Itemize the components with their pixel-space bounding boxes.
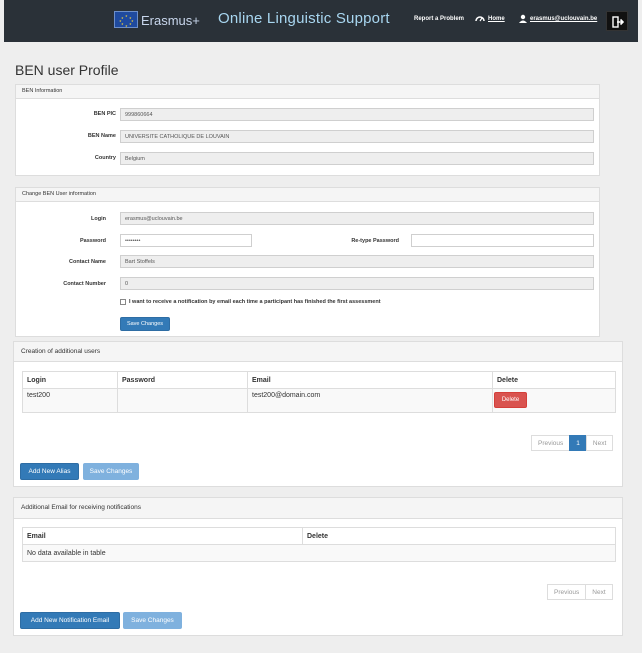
row-delete-cell: Delete — [492, 388, 616, 413]
top-navbar: ★ ★ ★ ★ ★ ★ ★ ★ Erasmus+ Online Linguistic Su… — [4, 0, 638, 42]
retype-password-input[interactable] — [411, 234, 594, 247]
user-email-link[interactable]: erasmus@uclouvain.be — [530, 16, 597, 22]
users-pagination: Previous 1 Next — [531, 435, 614, 451]
eu-flag-icon: ★ ★ ★ ★ ★ ★ ★ ★ — [114, 11, 138, 28]
country-field: Belgium — [120, 152, 594, 165]
page-1-button[interactable]: 1 — [569, 435, 587, 451]
column-header-login[interactable]: Login — [22, 371, 118, 389]
change-user-info-panel: Change BEN User information Login erasmu… — [15, 187, 600, 337]
login-label: Login — [91, 216, 106, 222]
panel-heading: Additional Email for receiving notificat… — [14, 498, 622, 519]
panel-heading: Creation of additional users — [14, 342, 622, 362]
next-page-button[interactable]: Next — [585, 584, 613, 600]
previous-page-button[interactable]: Previous — [547, 584, 587, 600]
notify-checkbox[interactable] — [120, 299, 126, 305]
additional-email-panel: Additional Email for receiving notificat… — [13, 497, 623, 636]
row-email: test200@domain.com — [247, 388, 493, 413]
table-row: test200 test200@domain.com Delete — [22, 388, 616, 413]
country-label: Country — [94, 155, 116, 161]
panel-heading: BEN Information — [16, 85, 599, 99]
ben-pic-field: 999860664 — [120, 108, 594, 121]
previous-page-button[interactable]: Previous — [531, 435, 571, 451]
row-login: test200 — [22, 388, 118, 413]
contact-number-label: Contact Number — [63, 281, 106, 287]
ben-name-field: UNIVERSITE CATHOLIQUE DE LOUVAIN — [120, 130, 594, 143]
emails-pagination: Previous Next — [547, 584, 613, 600]
notify-checkbox-label: I want to receive a notification by emai… — [129, 299, 381, 305]
column-header-password[interactable]: Password — [117, 371, 248, 389]
emails-table: Email Delete No data available in table — [22, 527, 616, 562]
logout-icon — [612, 16, 624, 28]
row-password — [117, 388, 248, 413]
users-table: Login Password Email Delete test200 test… — [22, 371, 616, 413]
delete-button[interactable]: Delete — [494, 392, 527, 408]
app-title: Online Linguistic Support — [218, 10, 390, 27]
empty-table-message: No data available in table — [22, 544, 616, 562]
retype-password-label: Re-type Password — [351, 238, 399, 244]
save-changes-button[interactable]: Save Changes — [83, 463, 139, 480]
dashboard-icon — [475, 16, 485, 22]
contact-name-field: Bart Stoffels — [120, 255, 594, 268]
next-page-button[interactable]: Next — [585, 435, 614, 451]
panel-heading: Change BEN User information — [16, 188, 599, 202]
ben-name-label: BEN Name — [87, 133, 116, 139]
add-notification-email-button[interactable]: Add New Notification Email — [20, 612, 120, 629]
password-input[interactable]: •••••••• — [120, 234, 252, 247]
column-header-email[interactable]: Email — [247, 371, 493, 389]
contact-name-label: Contact Name — [69, 259, 106, 265]
ben-information-panel: BEN Information BEN PIC 999860664 BEN Na… — [15, 84, 600, 176]
column-header-delete[interactable]: Delete — [492, 371, 616, 389]
contact-number-field: 0 — [120, 277, 594, 290]
login-field: erasmus@uclouvain.be — [120, 212, 594, 225]
password-label: Password — [80, 238, 106, 244]
user-icon — [519, 14, 527, 23]
additional-users-panel: Creation of additional users Login Passw… — [13, 341, 623, 487]
column-header-delete[interactable]: Delete — [302, 527, 616, 545]
save-changes-button[interactable]: Save Changes — [123, 612, 182, 629]
home-link[interactable]: Home — [488, 16, 505, 22]
table-row: No data available in table — [22, 544, 616, 562]
save-changes-button[interactable]: Save Changes — [120, 317, 170, 331]
table-header-row: Login Password Email Delete — [22, 371, 616, 389]
logout-button[interactable] — [606, 11, 628, 31]
column-header-email[interactable]: Email — [22, 527, 303, 545]
add-new-alias-button[interactable]: Add New Alias — [20, 463, 79, 480]
page-title: BEN user Profile — [15, 62, 119, 78]
ben-pic-label: BEN PIC — [93, 111, 116, 117]
brand-name: Erasmus+ — [141, 13, 200, 28]
report-problem-link[interactable]: Report a Problem — [414, 16, 464, 22]
table-header-row: Email Delete — [22, 527, 616, 545]
